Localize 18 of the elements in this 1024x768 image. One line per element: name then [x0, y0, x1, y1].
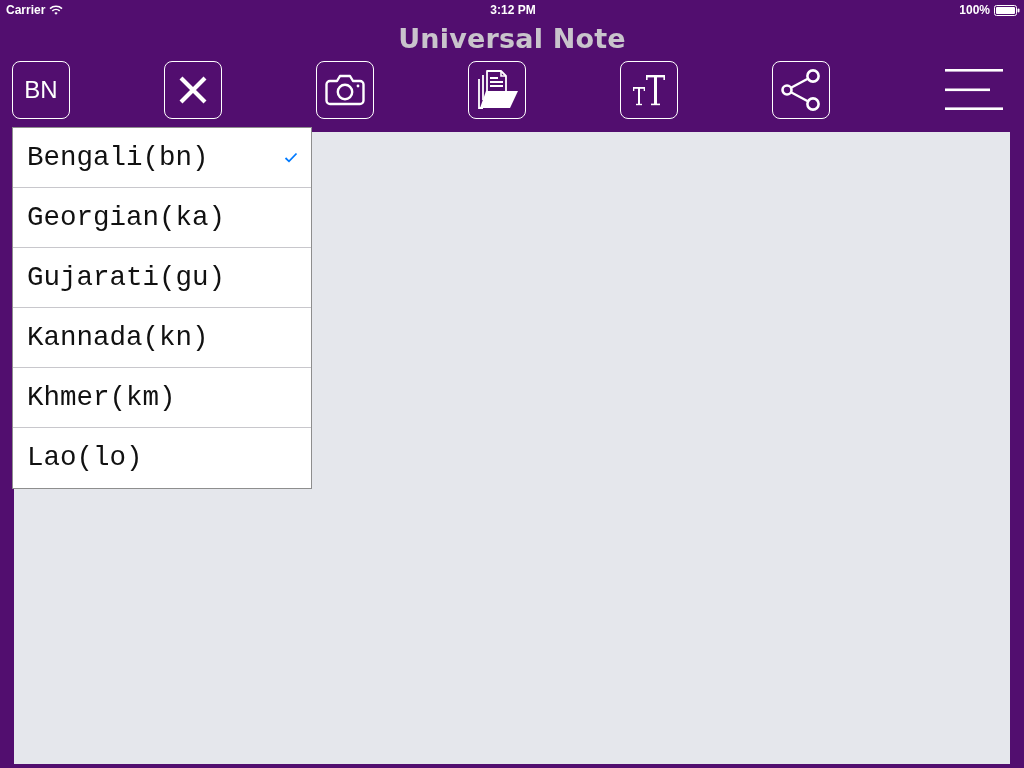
close-icon	[179, 76, 207, 104]
menu-button[interactable]	[945, 69, 1003, 111]
close-button[interactable]	[164, 61, 222, 119]
camera-icon	[325, 74, 365, 106]
status-time: 3:12 PM	[490, 3, 536, 17]
text-size-button[interactable]	[620, 61, 678, 119]
language-button[interactable]: BN	[12, 61, 70, 119]
wifi-icon	[49, 5, 64, 15]
text-size-icon	[632, 74, 666, 106]
share-button[interactable]	[772, 61, 830, 119]
battery-percent: 100%	[959, 3, 990, 17]
app-title: Universal Note	[398, 21, 626, 56]
carrier-label: Carrier	[6, 3, 46, 17]
share-icon	[781, 69, 821, 111]
folder-documents-icon	[475, 70, 519, 110]
battery-icon	[994, 4, 1020, 16]
open-file-button[interactable]	[468, 61, 526, 119]
camera-button[interactable]	[316, 61, 374, 119]
